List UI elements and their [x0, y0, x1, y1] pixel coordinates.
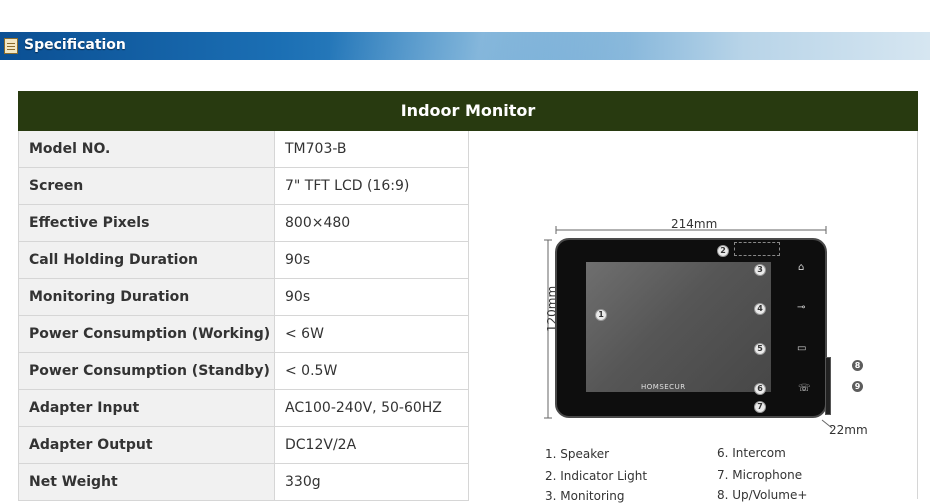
- spec-key: Net Weight: [18, 464, 275, 500]
- table-row: Adapter Output DC12V/2A: [18, 427, 469, 464]
- table-row: Effective Pixels 800×480: [18, 205, 469, 242]
- table-row: Net Weight 330g: [18, 464, 469, 501]
- spec-key: Model NO.: [18, 131, 275, 167]
- table-row: Call Holding Duration 90s: [18, 242, 469, 279]
- spec-value: DC12V/2A: [275, 427, 469, 463]
- spec-key: Adapter Input: [18, 390, 275, 426]
- banner-title: Specification: [24, 37, 126, 53]
- unlock-key-icon: ⊸: [797, 302, 806, 313]
- spec-key: Power Consumption (Working): [18, 316, 275, 352]
- intercom-handset-icon: ☏: [798, 383, 811, 394]
- table-row: Adapter Input AC100-240V, 50-60HZ: [18, 390, 469, 427]
- spec-key: Effective Pixels: [18, 205, 275, 241]
- callout-5: 5: [754, 343, 766, 355]
- spec-key: Adapter Output: [18, 427, 275, 463]
- table-row: Model NO. TM703-B: [18, 131, 469, 168]
- specification-banner: Specification: [0, 32, 930, 60]
- monitor-screen: [586, 262, 771, 392]
- table-row: Monitoring Duration 90s: [18, 279, 469, 316]
- banner-swoosh: [330, 32, 630, 60]
- legend-item: 7. Microphone: [717, 468, 803, 482]
- spec-value: 90s: [275, 279, 469, 315]
- spec-value: 330g: [275, 464, 469, 500]
- legend-item: 8. Up/Volume+: [717, 488, 808, 502]
- table-header: Indoor Monitor: [18, 91, 918, 131]
- side-button: [825, 357, 831, 415]
- spec-key: Monitoring Duration: [18, 279, 275, 315]
- callout-3: 3: [754, 264, 766, 276]
- table-row: Power Consumption (Working) < 6W: [18, 316, 469, 353]
- table-row: Power Consumption (Standby) < 0.5W: [18, 353, 469, 390]
- spec-value: < 6W: [275, 316, 469, 352]
- brand-logo: HOMSECUR: [641, 383, 686, 391]
- callout-7: 7: [754, 401, 766, 413]
- callout-9: 9: [852, 381, 863, 392]
- spec-key: Call Holding Duration: [18, 242, 275, 278]
- legend-item: 2. Indicator Light: [545, 469, 648, 483]
- width-dimension-label: 214mm: [671, 217, 718, 231]
- spec-value: TM703-B: [275, 131, 469, 167]
- monitoring-icon: ⌂: [798, 262, 805, 273]
- spec-value: 90s: [275, 242, 469, 278]
- spec-value: 800×480: [275, 205, 469, 241]
- callout-6: 6: [754, 383, 766, 395]
- callout-1: 1: [595, 309, 607, 321]
- spec-key: Power Consumption (Standby): [18, 353, 275, 389]
- spec-table: Model NO. TM703-B Screen 7" TFT LCD (16:…: [18, 131, 469, 501]
- legend-item: 6. Intercom: [717, 446, 786, 460]
- document-icon: [4, 38, 18, 54]
- callout-4: 4: [754, 303, 766, 315]
- legend-item: 3. Monitoring: [545, 489, 625, 503]
- menu-icon: ▭: [797, 343, 807, 354]
- spec-value: 7" TFT LCD (16:9): [275, 168, 469, 204]
- spec-value: < 0.5W: [275, 353, 469, 389]
- callout-2: 2: [717, 245, 729, 257]
- depth-dimension-label: 22mm: [829, 423, 868, 437]
- spec-key: Screen: [18, 168, 275, 204]
- legend-item: 1. Speaker: [545, 447, 610, 461]
- spec-value: AC100-240V, 50-60HZ: [275, 390, 469, 426]
- indicator-light-box: [734, 242, 780, 256]
- table-row: Screen 7" TFT LCD (16:9): [18, 168, 469, 205]
- callout-8: 8: [852, 360, 863, 371]
